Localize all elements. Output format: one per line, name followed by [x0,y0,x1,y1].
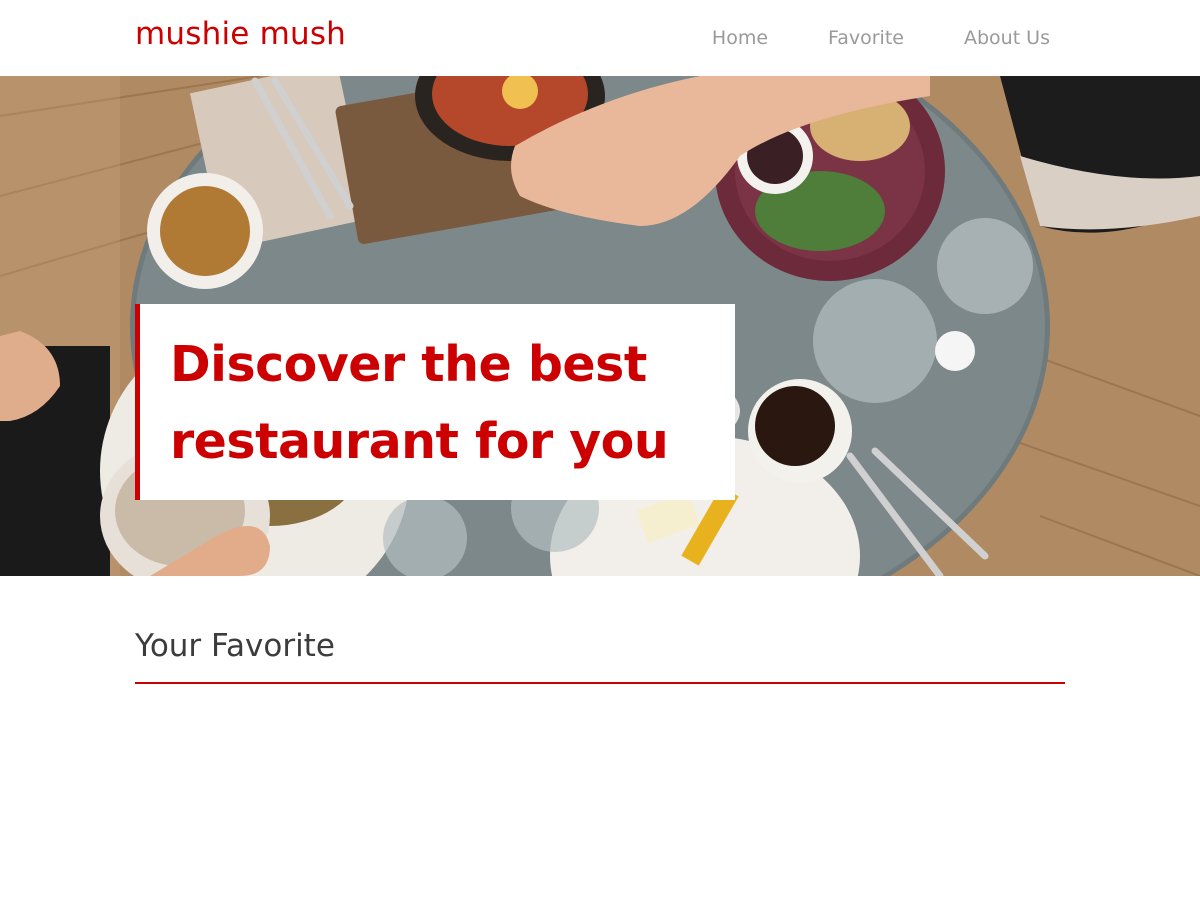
main-nav: Home Favorite About Us [712,0,1050,76]
favorite-heading: Your Favorite [135,628,1065,684]
favorite-section: Your Favorite [135,628,1065,684]
hero-headline: Discover the best restaurant for you [170,326,735,480]
hero-headline-line-2: restaurant for you [170,413,669,470]
hero-banner: Discover the best restaurant for you [0,76,1200,576]
site-header: mushie mush Home Favorite About Us [0,0,1200,76]
hero-headline-line-1: Discover the best [170,336,647,393]
nav-home[interactable]: Home [712,27,768,49]
nav-favorite[interactable]: Favorite [828,27,904,49]
hero-headline-card: Discover the best restaurant for you [135,304,735,500]
brand-logo[interactable]: mushie mush [135,16,346,52]
nav-about-us[interactable]: About Us [964,27,1050,49]
